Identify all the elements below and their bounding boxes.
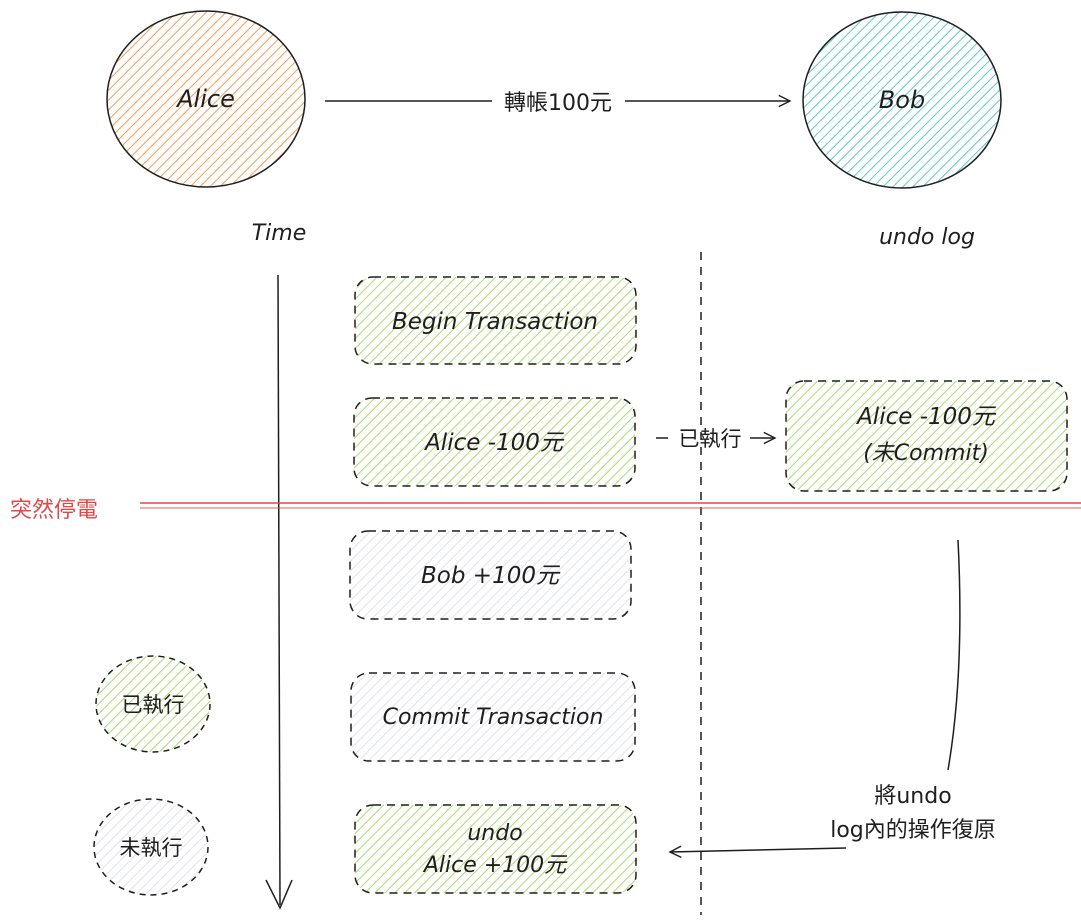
step-label: Bob +100元	[421, 563, 561, 589]
executed-arrow-label: 已執行	[679, 427, 742, 451]
undo-log-entry-line: (未Commit)	[863, 441, 989, 466]
alice-label: Alice	[175, 85, 235, 113]
restore-arrow: 將undo log內的操作復原	[670, 539, 996, 852]
legend-executed-label: 已執行	[122, 693, 185, 717]
step-label: undo	[467, 821, 522, 846]
undo-log-label: undo log	[879, 225, 975, 250]
time-axis	[265, 274, 293, 910]
bob-label: Bob	[879, 86, 925, 114]
bob-node: Bob	[802, 11, 1002, 189]
transaction-undo-diagram: Alice Bob 轉帳100元 Time undo log 突然停電 Begi…	[10, 10, 1081, 915]
step-label: Begin Transaction	[392, 309, 598, 335]
undo-log-entry-line: Alice -100元	[855, 404, 997, 430]
power-outage-line: 突然停電	[10, 498, 1081, 523]
restore-label-line: 將undo	[874, 784, 951, 809]
step-label: Alice +100元	[422, 853, 568, 878]
legend-pending-label: 未執行	[120, 836, 183, 860]
alice-node: Alice	[106, 10, 306, 188]
power-outage-label: 突然停電	[10, 498, 98, 523]
executed-arrow: 已執行	[656, 427, 775, 451]
step-alice-minus: Alice -100元	[353, 397, 636, 487]
undo-log-entry: Alice -100元 (未Commit)	[785, 380, 1068, 492]
transfer-label: 轉帳100元	[504, 91, 612, 116]
step-commit: Commit Transaction	[350, 672, 636, 762]
restore-label-line: log內的操作復原	[830, 818, 996, 843]
step-label: Commit Transaction	[383, 705, 604, 730]
step-undo: undo Alice +100元	[354, 804, 637, 894]
legend-executed: 已執行	[95, 655, 211, 753]
time-label: Time	[252, 221, 307, 246]
step-bob-plus: Bob +100元	[349, 530, 632, 620]
transfer-arrow: 轉帳100元	[325, 91, 790, 116]
legend-pending: 未執行	[93, 798, 209, 896]
step-label: Alice -100元	[423, 430, 565, 456]
step-begin: Begin Transaction	[354, 276, 637, 365]
